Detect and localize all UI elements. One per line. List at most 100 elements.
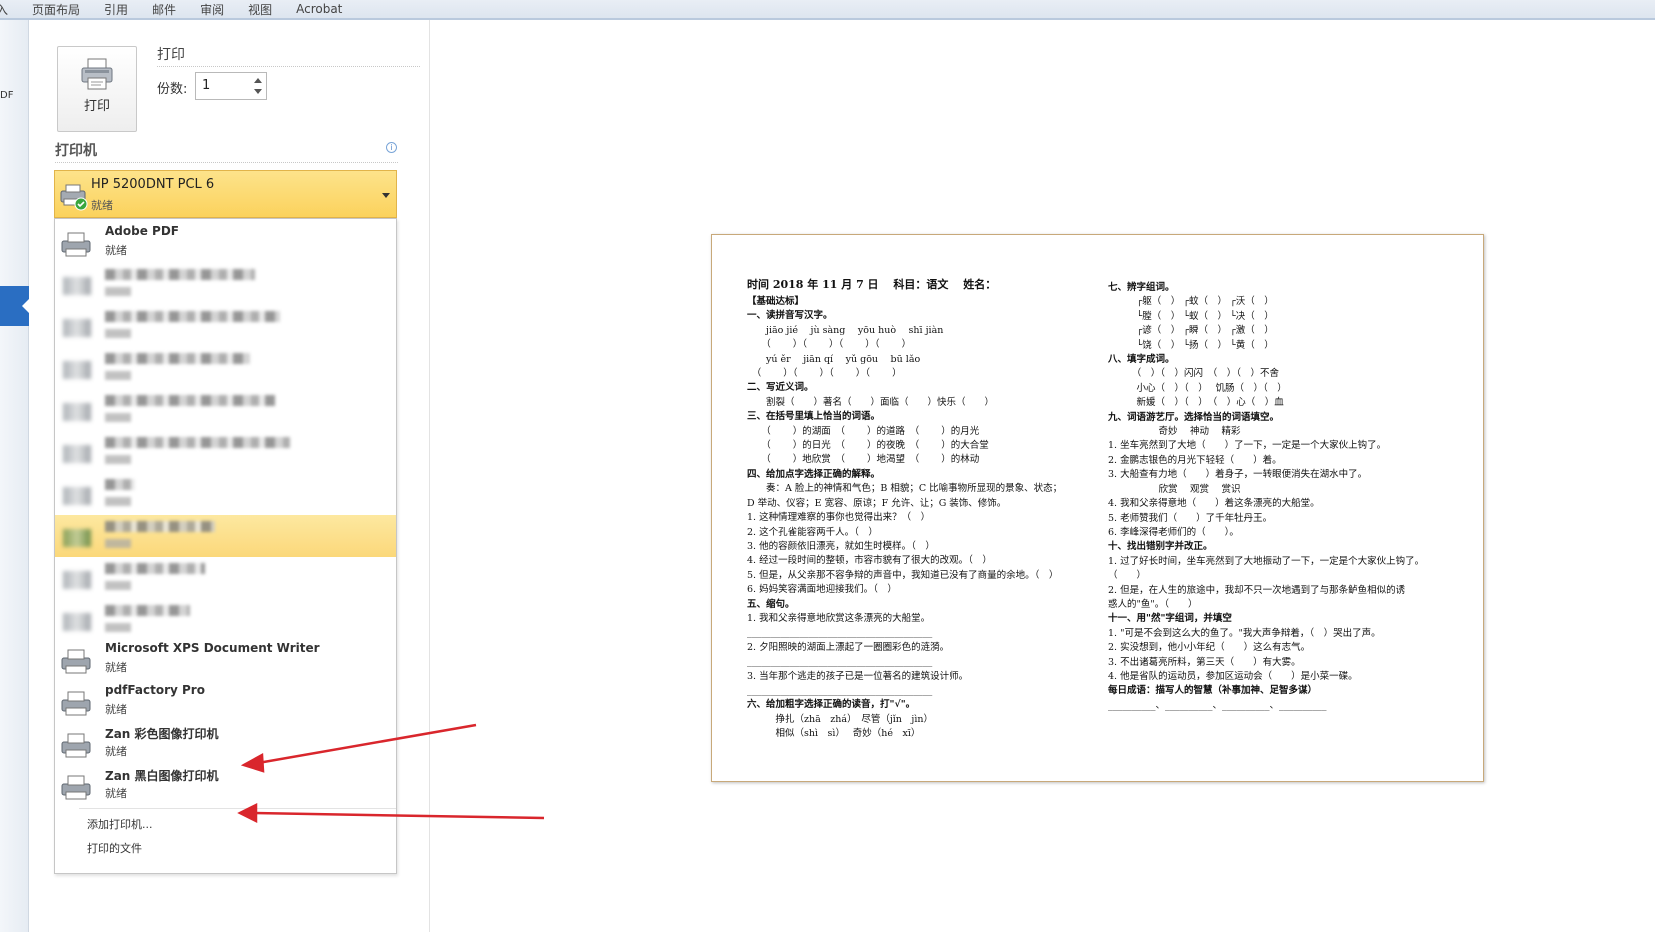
preview-right-column: 七、辨字组词。 ┌躯（ ） ┌蚊（ ） ┌沃（ ） └膛（ ） └蚁（ ） └决… [1108,281,1458,713]
print-button-label: 打印 [83,99,110,114]
obscured-status [105,371,131,380]
preview-line: 惑人的"鱼"。（ ） [1108,598,1198,610]
chevron-down-icon[interactable] [382,193,390,198]
ribbon-tab-mailings[interactable]: 邮件 [152,1,176,18]
preview-line: 4. 我和父亲得意地（ ）着这条漂亮的大船堂。 [1108,498,1320,510]
printer-option-obscured[interactable] [55,347,396,389]
preview-line: 6. 妈妈笑容满面地迎接我们。（ ） [747,584,897,596]
printer-section-heading: 打印机 [55,143,97,159]
preview-line: 欣赏 观赏 赏识 [1108,483,1241,495]
printer-option-obscured[interactable] [55,263,396,305]
preview-line: ┌躯（ ） ┌蚊（ ） ┌沃（ ） [1108,296,1274,308]
preview-line: 6. 李峰深得老师们的（ ）。 [1108,526,1239,538]
preview-line: └饶（ ） └扬（ ） └黄（ ） [1108,339,1274,351]
preview-line: yú ěr jiān qí yǔ gōu bū lǎo [747,353,921,365]
add-printer-link[interactable]: 添加打印机... [87,816,153,832]
obscured-label [105,437,290,448]
obscured-status [105,623,131,632]
print-settings-panel: 打印 打印 份数: 1 打印机 i HP 5200DNT PCL 6 就绪 Ad… [29,20,430,932]
printer-option-obscured-highlighted[interactable] [55,515,396,557]
ribbon-tab-review[interactable]: 审阅 [200,1,224,18]
preview-line: 挣扎（zhā zhá） 尽管（jǐn jìn） [747,713,934,725]
printer-option-zan-mono[interactable]: Zan 黑白图像打印机 就绪 [55,764,396,806]
preview-line: jiāo jié jù sàng yōu huò shī jiàn [747,324,944,336]
printer-option-adobe-pdf[interactable]: Adobe PDF 就绪 [55,221,396,263]
copies-label: 份数: [157,82,188,97]
ribbon-tabs: 入 页面布局 引用 邮件 审阅 视图 Acrobat [0,0,1655,18]
preview-line: 四、给加点字选择正确的解释。 [747,468,881,480]
decrement-icon[interactable] [254,89,262,94]
printer-icon [63,403,91,421]
ribbon-tab-references[interactable]: 引用 [104,1,128,18]
increment-icon[interactable] [254,78,262,83]
info-icon[interactable]: i [386,142,397,153]
obscured-label [105,353,250,364]
divider [157,66,420,67]
preview-line: 一、读拼音写汉字。 [747,310,833,322]
print-section-title: 打印 [157,47,185,63]
print-to-file-option[interactable]: 打印的文件 [87,840,142,856]
preview-line: 4. 他是省队的运动员，参加区运动会（ ）是小菜一碟。 [1108,670,1358,682]
backstage-active-item[interactable] [0,286,29,326]
printer-option-obscured[interactable] [55,557,396,599]
printer-ready-icon [60,184,88,211]
printer-icon [61,649,91,674]
obscured-label [105,311,280,322]
preview-line: 1. 过了好长时间，坐车亮然到了大地振动了一下，一定是个大家伙上钩了。 [1108,555,1425,567]
printer-option-name: Adobe PDF [105,224,179,238]
print-preview-page: 时间 2018 年 11 月 7 日 科目：语文 姓名： 【基础达标】 一、读拼音写… [711,234,1484,782]
printer-option-zan-color[interactable]: Zan 彩色图像打印机 就绪 [55,722,396,764]
printer-icon [61,691,91,716]
preview-line: 3. 大船查有力地（ ）着身子，一转眼便消失在湖水中了。 [1108,469,1368,481]
preview-line: 2. 但是，在人生的旅途中，我却不只一次地遇到了与那条鲈鱼相似的诱 [1108,584,1406,596]
obscured-status [105,497,131,506]
preview-line: D 举动、仪容；E 宽容、原谅；F 允许、让；G 装饰、修饰。 [747,497,1007,509]
copies-stepper[interactable]: 1 [195,72,267,100]
printer-option-status: 就绪 [105,661,127,674]
ribbon-tab-cut[interactable]: 入 [0,1,8,18]
preview-line: 九、词语游艺厅。选择恰当的词语填空。 [1108,411,1280,423]
ribbon-tab-page-layout[interactable]: 页面布局 [32,1,80,18]
preview-line: 奏：A 脸上的神情和气色；B 相貌；C 比喻事物所显现的景象、状态； [747,483,1063,495]
printer-dropdown-list: Adobe PDF 就绪 Microsoft XPS Document Writ… [54,218,397,874]
printer-icon [61,232,91,257]
ribbon-tab-acrobat[interactable]: Acrobat [296,2,342,16]
preview-line: 奇妙 神动 精彩 [1108,426,1241,438]
preview-line: 十、找出错别字并改正。 [1108,541,1213,553]
printer-option-obscured[interactable] [55,599,396,641]
printer-option-pdffactory[interactable]: pdfFactory Pro 就绪 [55,680,396,722]
preview-line: 时间 2018 年 11 月 7 日 科目：语文 姓名： [747,278,997,291]
printer-icon [63,487,91,505]
preview-line: 1. 坐车亮然到了大地（ ）了一下，一定是一个大家伙上钩了。 [1108,440,1387,452]
printer-option-status: 就绪 [105,787,127,800]
preview-line: 3. 他的容颜依旧漂亮，就如生时模样。（ ） [747,540,935,552]
printer-option-obscured[interactable] [55,305,396,347]
selected-printer-status: 就绪 [91,199,113,212]
obscured-label [105,605,190,616]
preview-line: 1. 我和父亲得意地欣赏这条漂亮的大船堂。 [747,612,931,624]
printer-icon [63,613,91,631]
preview-line: 六、给加粗字选择正确的读音，打"√"。 [747,699,916,711]
preview-line: 3. 当年那个逃走的孩子已是一位著名的建筑设计师。 [747,670,969,682]
backstage-nav-fragment[interactable]: DF [0,90,13,101]
obscured-status [105,455,131,464]
obscured-label [105,479,135,490]
print-button[interactable]: 打印 [57,46,137,132]
printer-option-obscured[interactable] [55,473,396,515]
printer-option-xps[interactable]: Microsoft XPS Document Writer 就绪 [55,638,396,680]
printer-select[interactable]: HP 5200DNT PCL 6 就绪 [54,170,397,218]
preview-line: __________、__________、__________、_______… [1108,699,1327,711]
printer-option-obscured[interactable] [55,389,396,431]
preview-line: └膛（ ） └蚁（ ） └决（ ） [1108,310,1274,322]
preview-line: 十一、用"然"字组词，并填空 [1108,613,1232,625]
preview-line: （ ） [1108,570,1147,582]
copies-spinner[interactable] [252,75,264,97]
preview-line: 2. 夕阳照映的湖面上漂起了一圈圈彩色的涟漪。 [747,641,950,653]
printer-option-obscured[interactable] [55,431,396,473]
copies-value[interactable]: 1 [202,78,210,93]
printer-icon [63,445,91,463]
printer-option-name: Microsoft XPS Document Writer [105,641,320,655]
preview-line: 1. 这种情理难察的事你也觉得出来？（ ） [747,512,931,524]
ribbon-tab-view[interactable]: 视图 [248,1,272,18]
printer-option-name: Zan 黑白图像打印机 [105,769,219,783]
